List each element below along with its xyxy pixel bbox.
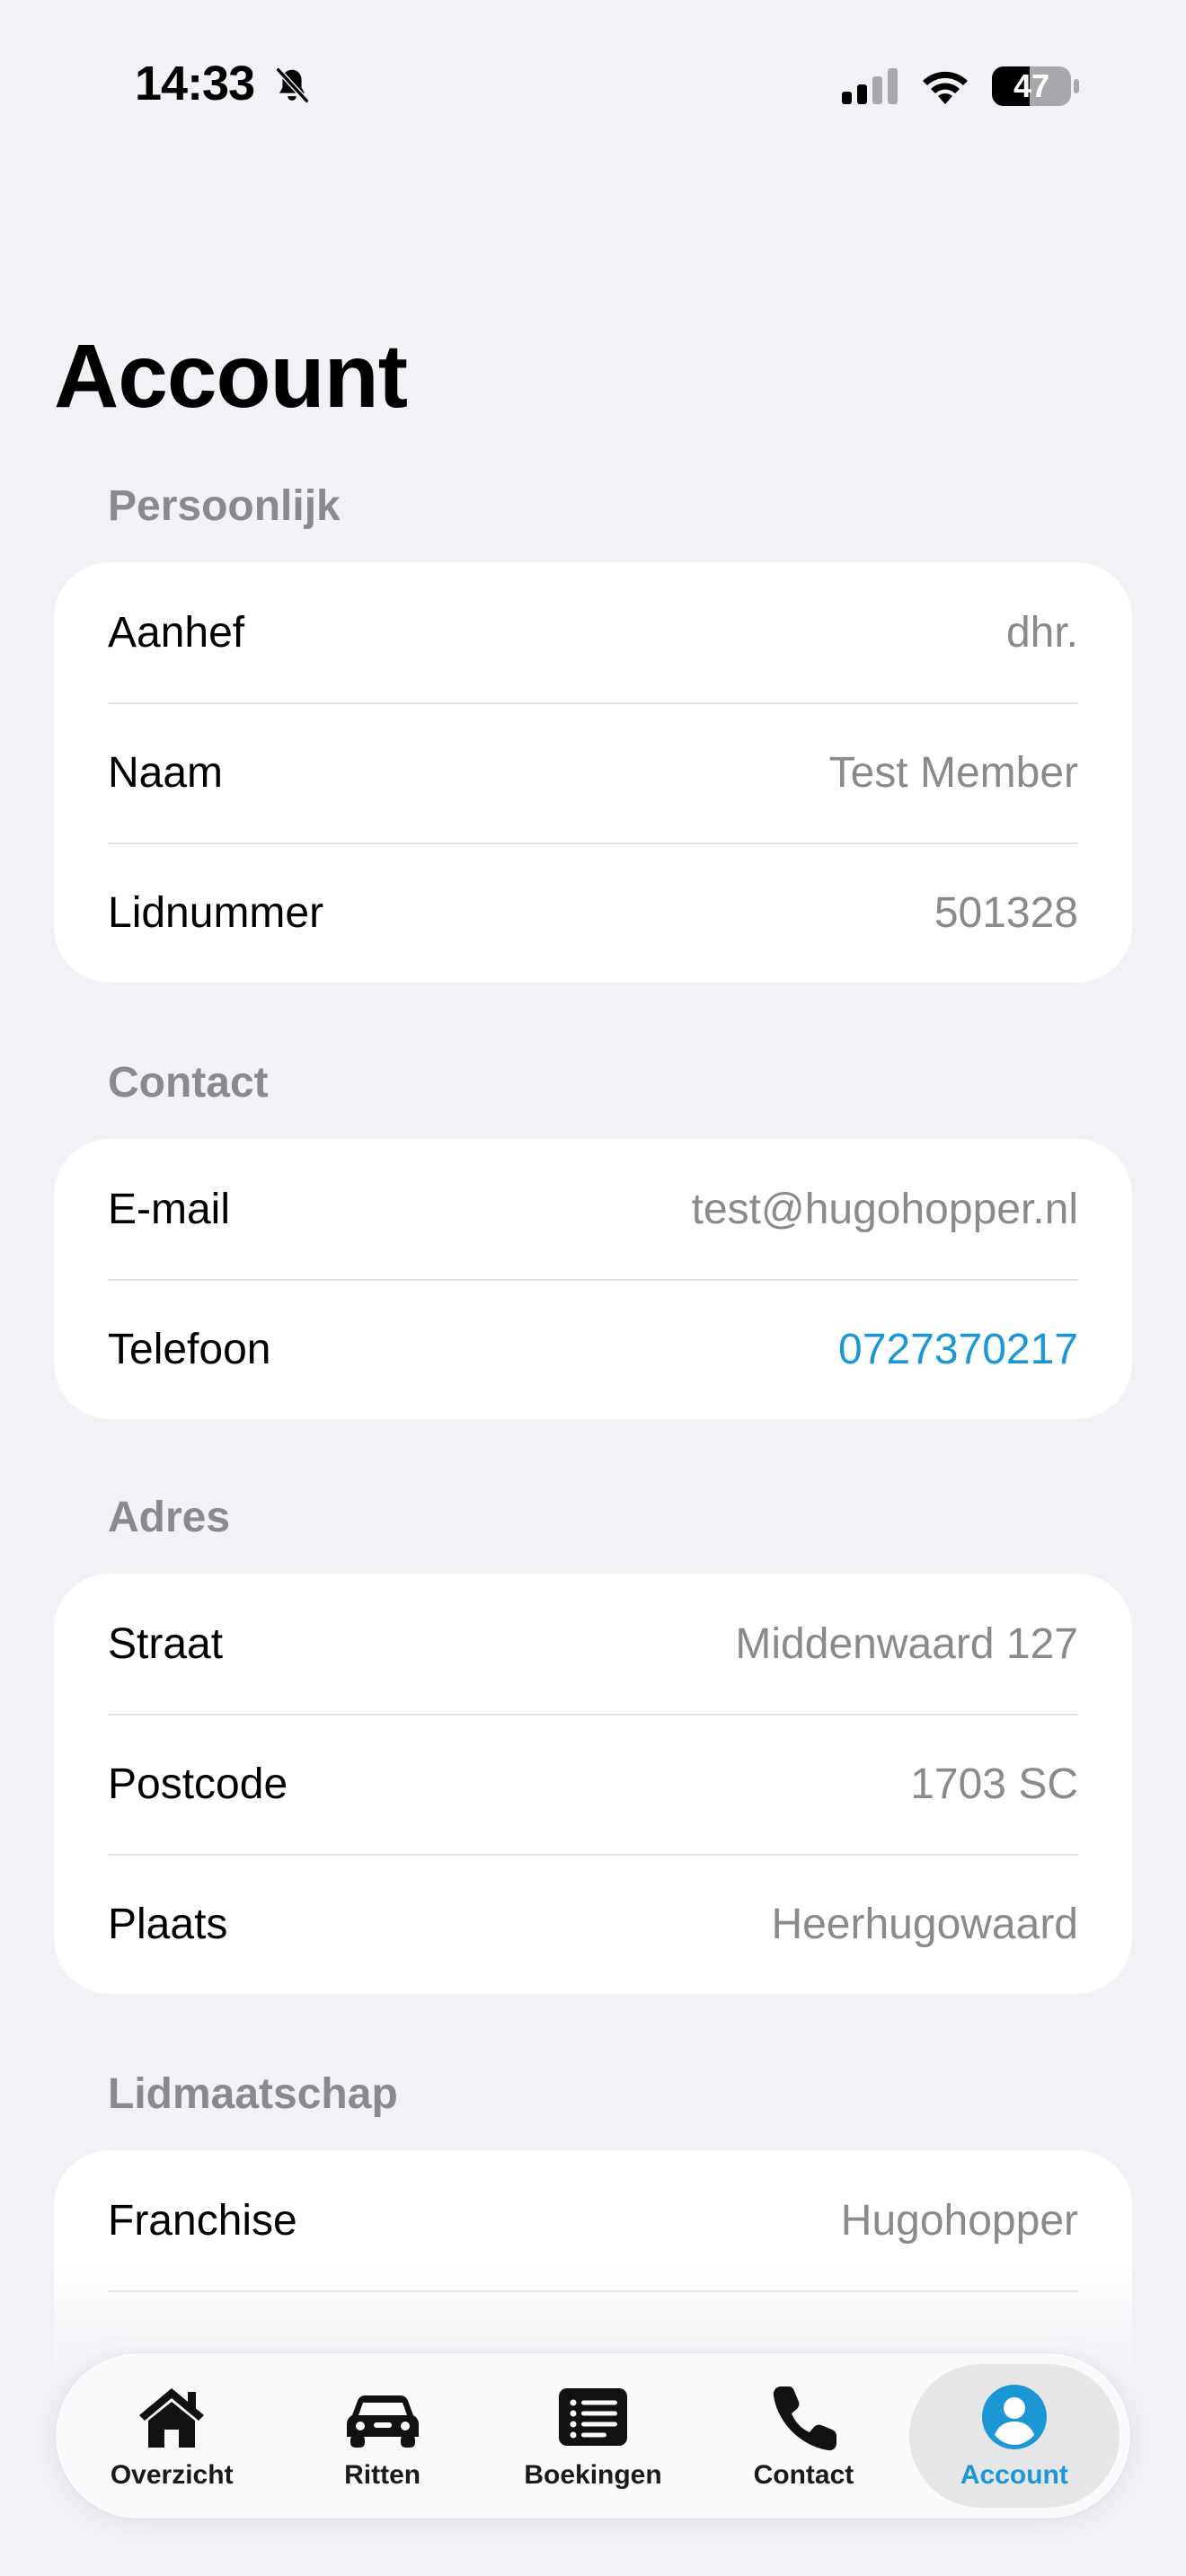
row-value: 501328 xyxy=(934,888,1078,937)
row-telefoon: Telefoon 0727370217 xyxy=(54,1279,1132,1419)
row-straat: Straat Middenwaard 127 xyxy=(54,1574,1132,1714)
page-title: Account xyxy=(54,326,408,427)
wifi-icon xyxy=(923,71,968,104)
person-circle-icon xyxy=(981,2385,1047,2449)
row-value: Test Member xyxy=(828,748,1078,797)
car-icon xyxy=(346,2395,419,2448)
tab-overzicht[interactable]: Overzicht xyxy=(66,2364,277,2508)
row-value: Heerhugowaard xyxy=(771,1900,1078,1948)
cellular-signal-icon xyxy=(842,68,898,104)
row-label: Telefoon xyxy=(108,1325,271,1373)
row-lidnummer: Lidnummer 501328 xyxy=(54,842,1132,983)
tab-label: Boekingen xyxy=(524,2460,662,2490)
row-value: test@hugohopper.nl xyxy=(691,1185,1078,1233)
row-postcode: Postcode 1703 SC xyxy=(54,1714,1132,1854)
tab-boekingen[interactable]: Boekingen xyxy=(488,2364,698,2508)
tab-label: Account xyxy=(960,2460,1068,2490)
row-value: dhr. xyxy=(1005,608,1078,657)
row-email: E-mail test@hugohopper.nl xyxy=(54,1139,1132,1279)
row-label: Plaats xyxy=(108,1900,228,1948)
tab-contact[interactable]: Contact xyxy=(698,2364,908,2508)
row-label: Franchise xyxy=(108,2196,297,2245)
section-header-lidmaatschap: Lidmaatschap xyxy=(108,2070,398,2118)
row-label: Postcode xyxy=(108,1760,288,1808)
battery-percentage: 47 xyxy=(1013,67,1050,104)
status-bar: 14:33 47 xyxy=(0,0,1186,171)
card-persoonlijk: Aanhef dhr. Naam Test Member Lidnummer 5… xyxy=(54,562,1132,983)
section-header-contact: Contact xyxy=(108,1059,269,1107)
tab-bar: Overzicht Ritten Boekingen Contact Accou… xyxy=(56,2353,1130,2519)
row-naam: Naam Test Member xyxy=(54,702,1132,842)
tab-account[interactable]: Account xyxy=(908,2364,1120,2508)
phone-icon xyxy=(774,2386,837,2451)
tab-ritten[interactable]: Ritten xyxy=(277,2364,487,2508)
section-header-adres: Adres xyxy=(108,1494,231,1541)
section-header-persoonlijk: Persoonlijk xyxy=(108,482,341,530)
row-aanhef: Aanhef dhr. xyxy=(54,562,1132,702)
row-label: Naam xyxy=(108,748,224,797)
row-label: Aanhef xyxy=(108,608,245,657)
tab-label: Contact xyxy=(753,2460,854,2490)
house-icon xyxy=(139,2388,205,2448)
row-value: Middenwaard 127 xyxy=(735,1619,1078,1668)
row-label: Straat xyxy=(108,1619,224,1668)
row-value: Hugohopper xyxy=(840,2196,1078,2245)
row-plaats: Plaats Heerhugowaard xyxy=(54,1854,1132,1994)
status-time: 14:33 xyxy=(135,57,255,110)
list-icon xyxy=(559,2388,628,2446)
tab-label: Ritten xyxy=(344,2460,421,2490)
row-value: 1703 SC xyxy=(910,1760,1078,1808)
phone-link[interactable]: 0727370217 xyxy=(838,1325,1078,1374)
card-contact: E-mail test@hugohopper.nl Telefoon 07273… xyxy=(54,1139,1132,1419)
bell-slash-icon xyxy=(276,67,309,103)
card-adres: Straat Middenwaard 127 Postcode 1703 SC … xyxy=(54,1574,1132,1994)
row-label: Lidnummer xyxy=(108,888,324,937)
row-label: E-mail xyxy=(108,1185,231,1233)
tab-label: Overzicht xyxy=(110,2460,234,2490)
